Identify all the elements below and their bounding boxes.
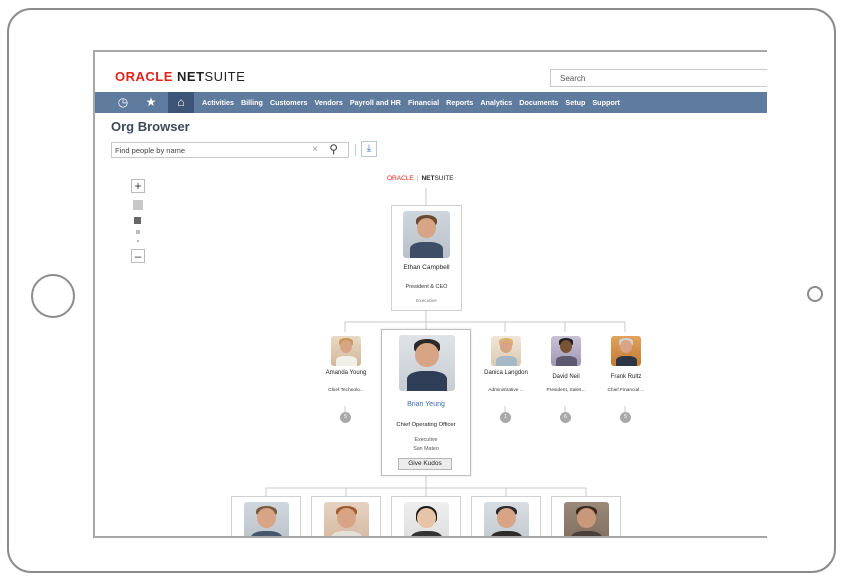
app-screen: ORACLE NETSUITE Search ◷ ★ ⌂ Activities … [93,50,767,538]
ceo-photo [403,211,450,258]
subordinate-card[interactable] [471,496,541,536]
give-kudos-button[interactable]: Give Kudos [398,458,452,470]
report-count-badge[interactable]: 5 [620,412,631,423]
ceo-dept: Executive [416,299,437,304]
subordinate-card[interactable] [231,496,301,536]
report-count-badge[interactable]: 6 [560,412,571,423]
subordinate-card[interactable] [311,496,381,536]
subordinate-photo [324,502,369,536]
report-title: Chief Technolo... [328,388,364,393]
tablet-camera [807,286,823,302]
report-name: Danica Langdon [484,370,528,376]
selected-location: San Mateo [413,446,439,452]
subordinate-photo [564,502,609,536]
ceo-title: President & CEO [405,284,448,290]
selected-name[interactable]: Brian Yeung [382,401,470,409]
subordinate-card[interactable] [391,496,461,536]
subordinate-photo [484,502,529,536]
report-name: Amanda Young [325,370,367,376]
subordinate-photo [244,502,289,536]
report-title: Chief Financial ... [607,388,645,393]
report-count-badge[interactable]: 5 [340,412,351,423]
selected-title: Chief Operating Officer [396,422,456,428]
ceo-name: Ethan Campbell [403,264,450,271]
report-name: Frank Rultz [610,374,642,380]
selected-dept: Executive [414,437,438,443]
selected-person-card[interactable]: Brian Yeung Chief Operating Officer Exec… [381,329,471,476]
report-photo [551,336,581,366]
selected-photo [399,335,455,391]
subordinate-photo [404,502,449,536]
ceo-card[interactable]: Ethan Campbell President & CEO Executive [391,205,462,311]
report-name: David Neil [552,374,580,380]
report-count-badge[interactable]: 1 [500,412,511,423]
report-photo [491,336,521,366]
report-photo [331,336,361,366]
report-photo [611,336,641,366]
subordinate-card[interactable] [551,496,621,536]
tablet-home-button [31,274,75,318]
